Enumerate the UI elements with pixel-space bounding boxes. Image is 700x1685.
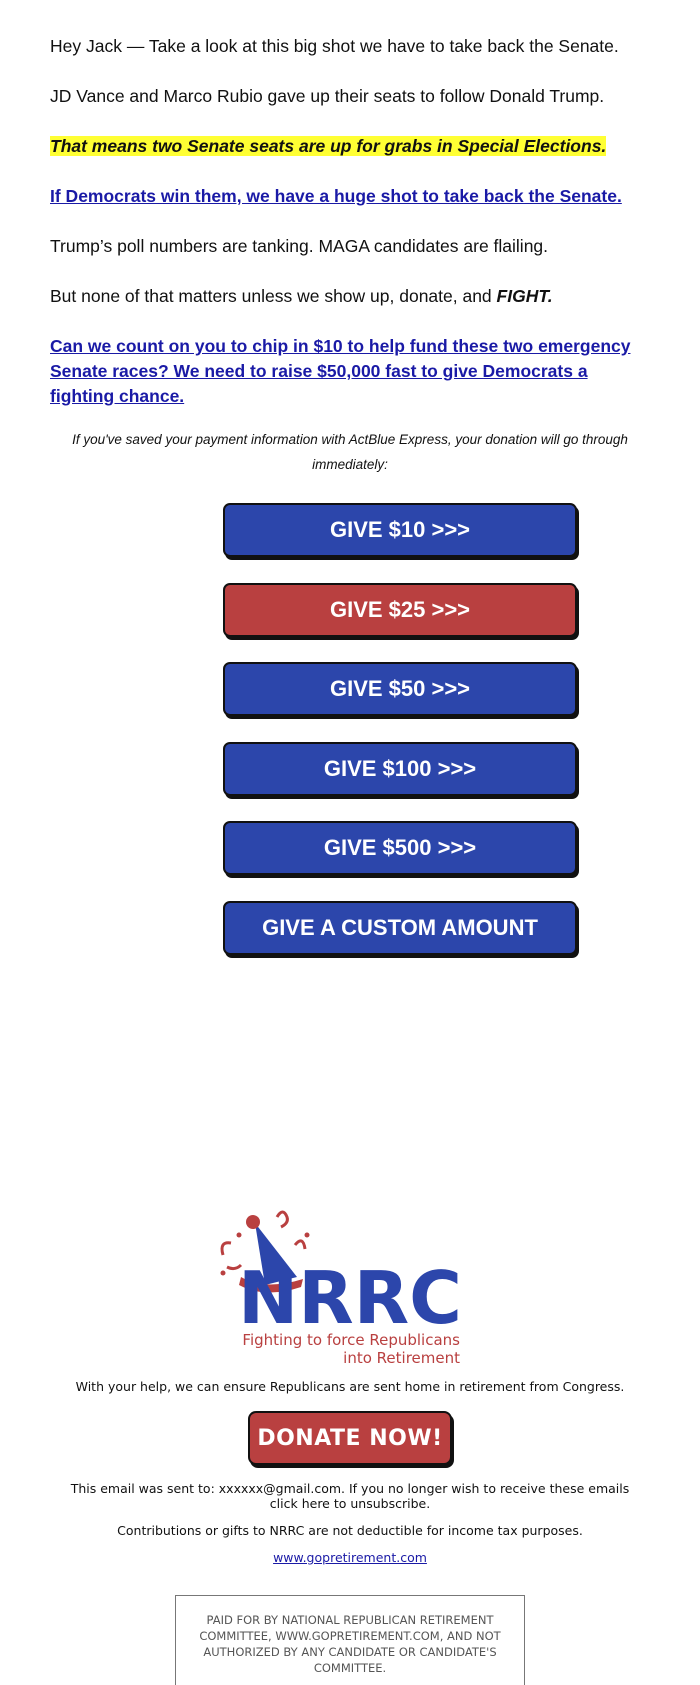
special-elections-paragraph: That means two Senate seats are up for g…: [50, 134, 650, 159]
sent-to-notice: This email was sent to: xxxxxx@gmail.com…: [70, 1481, 630, 1511]
give-50-button[interactable]: GIVE $50 >>>: [223, 662, 577, 716]
website-paragraph: www.gopretirement.com: [0, 1550, 700, 1565]
highlighted-text: That means two Senate seats are up for g…: [50, 136, 607, 156]
give-500-button[interactable]: GIVE $500 >>>: [223, 821, 577, 875]
mission-statement: With your help, we can ensure Republican…: [75, 1379, 625, 1394]
give-25-button[interactable]: GIVE $25 >>>: [223, 583, 577, 637]
senate-shot-paragraph: If Democrats win them, we have a huge sh…: [50, 184, 650, 209]
donate-now-button[interactable]: DONATE NOW!: [248, 1411, 452, 1465]
fight-paragraph: But none of that matters unless we show …: [50, 284, 650, 309]
nrrc-logo: NRRC Fighting to force Republicans into …: [220, 1210, 462, 1365]
poll-numbers-paragraph: Trump’s poll numbers are tanking. MAGA c…: [50, 236, 549, 256]
paid-for-disclaimer: PAID FOR BY NATIONAL REPUBLICAN RETIREME…: [175, 1595, 525, 1685]
website-link[interactable]: www.gopretirement.com: [273, 1550, 427, 1565]
senate-shot-link[interactable]: If Democrats win them, we have a huge sh…: [50, 186, 622, 206]
give-10-button[interactable]: GIVE $10 >>>: [223, 503, 577, 557]
vance-rubio-paragraph: JD Vance and Marco Rubio gave up their s…: [50, 86, 605, 106]
logo-tagline-2: into Retirement: [343, 1349, 460, 1365]
chip-in-link[interactable]: Can we count on you to chip in $10 to he…: [50, 336, 630, 406]
paid-for-text: PAID FOR BY NATIONAL REPUBLICAN RETIREME…: [199, 1613, 501, 1675]
give-custom-amount-button[interactable]: GIVE A CUSTOM AMOUNT: [223, 901, 577, 955]
chip-in-paragraph: Can we count on you to chip in $10 to he…: [50, 334, 650, 409]
logo-tagline-1: Fighting to force Republicans: [242, 1331, 460, 1349]
fight-emphasis: FIGHT.: [496, 286, 553, 306]
actblue-express-note: If you've saved your payment information…: [72, 432, 628, 472]
tax-notice: Contributions or gifts to NRRC are not d…: [117, 1523, 583, 1538]
give-100-button[interactable]: GIVE $100 >>>: [223, 742, 577, 796]
fight-paragraph-text: But none of that matters unless we show …: [50, 286, 492, 306]
greeting-paragraph: Hey Jack — Take a look at this big shot …: [50, 36, 619, 56]
logo-wordmark: NRRC: [238, 1256, 462, 1340]
